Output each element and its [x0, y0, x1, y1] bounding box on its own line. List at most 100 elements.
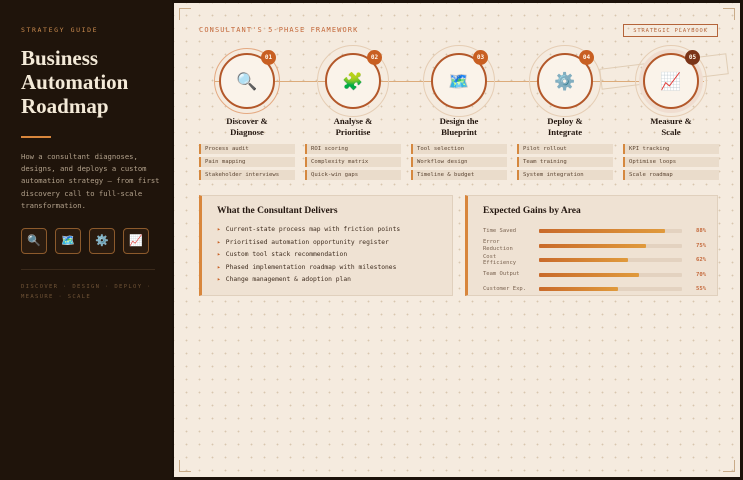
gain-bar-fill [539, 229, 665, 233]
gain-label-lines: Customer Exp. [483, 286, 526, 292]
gain-row: Team Output 70% [483, 268, 711, 282]
playbook-badge[interactable]: STRATEGIC PLAYBOOK [623, 24, 718, 37]
phase-title-line: Analyse & [333, 116, 373, 126]
phase-task-list: Pilot rollout Team training System integra… [517, 144, 613, 183]
title-line: Business [21, 46, 99, 70]
phase-task: KPI tracking [623, 144, 719, 154]
corner-mark [723, 8, 735, 20]
deliverables-card: What the Consultant Delivers ▸ Current-st… [199, 195, 453, 296]
page-title: Business Automation Roadmap [21, 46, 161, 118]
gain-bar-fill [539, 287, 618, 291]
sidebar-footer: DISCOVER · DESIGN · DEPLOY · MEASURE · S… [21, 284, 152, 300]
phase-task-list: KPI tracking Optimise loops Scale roadmap [623, 144, 719, 183]
phase-task: System integration [517, 170, 613, 180]
gain-bar-fill [539, 272, 640, 277]
gain-value: 70% [696, 271, 707, 278]
gain-label-line: Customer Exp. [483, 285, 527, 292]
sidebar-icon-row: 🔍 🗺️ ⚙️ 📈 [21, 228, 149, 254]
title-line: Roadmap [21, 94, 109, 118]
phase-title: Discover & Diagnose [199, 116, 295, 137]
list-item: ▸ Custom tool stack recommendation [217, 249, 400, 262]
phase-task: Tool selection [411, 144, 507, 154]
phase-title-line: Diagnose [230, 126, 264, 137]
phase-title: Measure & Scale [623, 116, 719, 137]
gain-bar-track [539, 272, 682, 277]
phase-task: Stakeholder interviews [199, 170, 295, 180]
map-icon[interactable]: 🗺️ [55, 228, 81, 254]
phase-task: Pilot rollout [517, 144, 613, 154]
gain-value: 88% [696, 228, 707, 234]
deliverable-text: Prioritised automation opportunity regis… [225, 238, 389, 246]
phase-title: Analyse & Prioritise [305, 116, 401, 137]
gain-bar-track [539, 243, 682, 248]
phase-title-line: Measure & [650, 116, 692, 126]
phase-task-list: ROI scoring Complexity matrix Quick-win ga… [305, 144, 401, 183]
gains-list: Time Saved 88% Error Reduction 75% Cost Effici… [483, 224, 711, 297]
magnifier-icon[interactable]: 🔍 [21, 228, 47, 254]
list-item: ▸ Change management & adoption plan [217, 274, 400, 287]
phase-title-line: Deploy & [547, 116, 583, 126]
phase-number-badge: 05 [685, 50, 700, 65]
deliverables-list: ▸ Current-state process map with friction… [217, 224, 400, 287]
gain-row: Time Saved 88% [483, 224, 711, 238]
phase-title: Design the Blueprint [411, 116, 507, 137]
phase-task: Quick-win gaps [305, 170, 401, 180]
phase-title-line: Integrate [547, 126, 583, 137]
deliverable-text: Change management & adoption plan [225, 276, 351, 284]
phase-number-badge: 02 [367, 50, 382, 65]
gain-bar-fill [539, 243, 647, 248]
gain-value: 62% [696, 257, 707, 263]
phase-number-badge: 03 [473, 50, 488, 65]
gain-label: Time Saved [483, 224, 539, 238]
phase-task: Complexity matrix [305, 157, 401, 167]
gain-value: 75% [696, 242, 707, 249]
gain-row: Customer Exp. 55% [483, 282, 711, 296]
gain-bar-track [539, 229, 682, 233]
phase-title-line: Discover & [226, 116, 268, 126]
corner-mark [179, 460, 191, 472]
deliverables-title: What the Consultant Delivers [217, 206, 338, 216]
bullet-icon: ▸ [217, 226, 221, 233]
chart-icon[interactable]: 📈 [123, 228, 149, 254]
phase-task: Team training [517, 157, 613, 167]
sidebar-divider [21, 269, 155, 270]
gain-label-line: Team Output [483, 271, 520, 278]
gain-label-lines: Team Output [483, 271, 519, 277]
gain-label: Customer Exp. [483, 282, 539, 296]
gain-label-lines: Cost Efficiency [483, 254, 516, 266]
gains-card: Expected Gains by Area Time Saved 88% Erro… [465, 195, 718, 296]
sidebar: STRATEGY GUIDE Business Automation Roadm… [0, 0, 172, 480]
phase-number-badge: 01 [261, 50, 276, 65]
gain-label-lines: Error Reduction [483, 239, 513, 251]
framework-label: CONSULTANT'S 5-PHASE FRAMEWORK [199, 26, 359, 34]
main-panel: CONSULTANT'S 5-PHASE FRAMEWORK STRATEGIC… [174, 3, 740, 477]
list-item: ▸ Prioritised automation opportunity regi… [217, 237, 400, 250]
phase-task: Scale roadmap [623, 170, 719, 180]
gear-icon[interactable]: ⚙️ [89, 228, 115, 254]
phase-task: ROI scoring [305, 144, 401, 154]
deliverable-text: Custom tool stack recommendation [225, 251, 348, 259]
gain-bar-track [539, 258, 682, 262]
list-item: ▸ Phased implementation roadmap with mile… [217, 262, 400, 275]
corner-mark [179, 8, 191, 20]
corner-mark [723, 460, 735, 472]
phase-task: Pain mapping [199, 157, 295, 167]
phase-task: Optimise loops [623, 157, 719, 167]
gain-row: Cost Efficiency 62% [483, 253, 711, 267]
phase-title-line: Design the [439, 116, 479, 126]
list-item: ▸ Current-state process map with friction… [217, 224, 400, 237]
gain-label-line: Time Saved [483, 227, 517, 234]
phase-title: Deploy & Integrate [517, 116, 613, 137]
gain-label: Cost Efficiency [483, 253, 539, 267]
gain-bar-track [539, 287, 682, 291]
deliverable-text: Phased implementation roadmap with miles… [225, 263, 397, 271]
gain-label: Team Output [483, 268, 539, 282]
bullet-icon: ▸ [217, 263, 221, 271]
gain-label-line: Reduction [483, 245, 513, 252]
phase-task: Timeline & budget [411, 170, 507, 180]
bullet-icon: ▸ [217, 238, 221, 246]
gain-row: Error Reduction 75% [483, 239, 711, 253]
accent-divider [21, 136, 51, 138]
gain-label-line: Efficiency [483, 260, 517, 266]
phase-number-badge: 04 [579, 50, 594, 65]
